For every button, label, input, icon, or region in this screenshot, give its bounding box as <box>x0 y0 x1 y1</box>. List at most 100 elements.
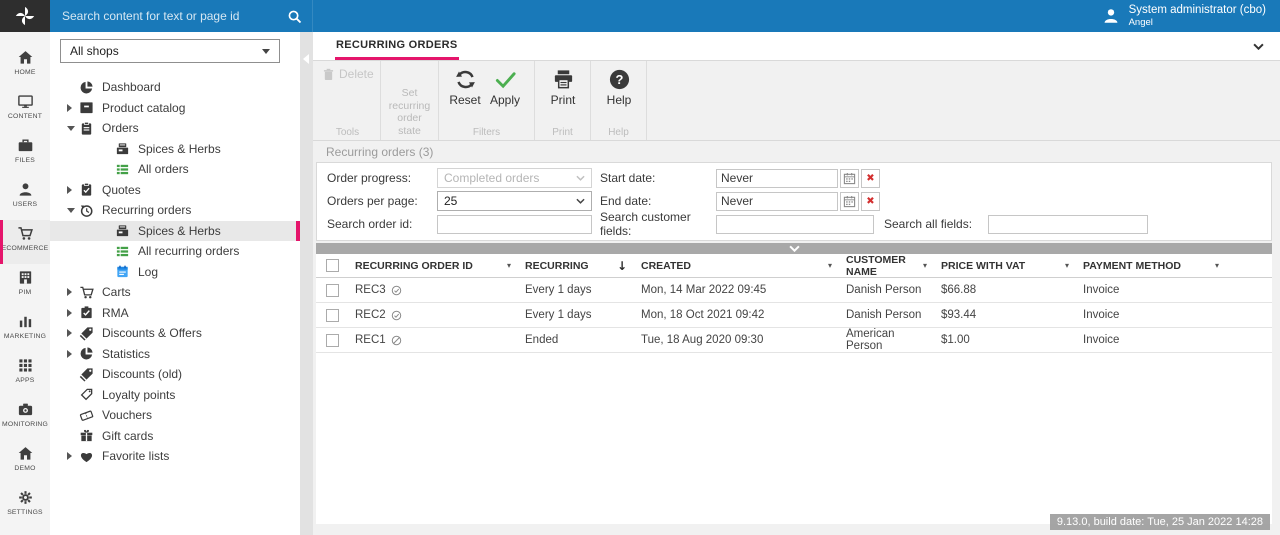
rail-item-apps[interactable]: APPS <box>0 352 50 396</box>
tree-item-dashboard[interactable]: Dashboard <box>50 77 300 98</box>
tree-item-all-orders[interactable]: All orders <box>50 159 300 180</box>
rail-item-ecommerce[interactable]: ECOMMERCE <box>0 220 50 264</box>
search-all-fields-input[interactable] <box>988 215 1148 234</box>
column-menu-icon[interactable]: ▾ <box>1215 261 1219 270</box>
tree-item-discounts-old-[interactable]: Discounts (old) <box>50 364 300 385</box>
tab-recurring-orders[interactable]: RECURRING ORDERS <box>335 32 459 60</box>
start-date-input[interactable] <box>716 169 838 188</box>
table-row-rec1[interactable]: REC1EndedTue, 18 Aug 2020 09:30American … <box>316 328 1272 353</box>
table-row-rec2[interactable]: REC2Every 1 daysMon, 18 Oct 2021 09:42Da… <box>316 303 1272 328</box>
tree-item-product-catalog[interactable]: Product catalog <box>50 98 300 119</box>
column-header-created[interactable]: CREATED▾ <box>634 260 839 272</box>
rail-item-demo[interactable]: DEMO <box>0 440 50 484</box>
expand-arrow-icon[interactable] <box>67 288 79 296</box>
start-date-clear-button[interactable]: ✖ <box>861 169 880 188</box>
order-progress-select[interactable]: Completed orders <box>437 168 592 188</box>
rail-item-monitoring[interactable]: MONITORING <box>0 396 50 440</box>
help-button[interactable]: ? Help <box>599 68 639 107</box>
tree-item-gift-cards[interactable]: Gift cards <box>50 426 300 447</box>
tab-label: RECURRING ORDERS <box>336 39 458 51</box>
expand-arrow-icon[interactable] <box>67 350 79 358</box>
expand-arrow-icon[interactable] <box>67 186 79 194</box>
global-search-input[interactable]: Search content for text or page id <box>50 0 313 32</box>
tree-item-recurring-orders[interactable]: Recurring orders <box>50 200 300 221</box>
cell-price-with-vat: $1.00 <box>934 334 1076 346</box>
column-menu-icon[interactable]: ▾ <box>923 261 927 270</box>
expand-arrow-icon[interactable] <box>67 309 79 317</box>
expand-arrow-icon[interactable] <box>67 452 79 460</box>
history-icon <box>79 203 95 218</box>
set-recurring-order-state-button[interactable]: Set recurring order state <box>385 87 434 137</box>
tree-item-all-recurring-orders[interactable]: All recurring orders <box>50 241 300 262</box>
start-date-calendar-button[interactable] <box>840 169 859 188</box>
rail-item-home[interactable]: HOME <box>0 44 50 88</box>
tree-item-favorite-lists[interactable]: Favorite lists <box>50 446 300 467</box>
rail-item-marketing[interactable]: MARKETING <box>0 308 50 352</box>
tree-item-rma[interactable]: RMA <box>50 303 300 324</box>
tags-icon <box>79 326 95 341</box>
row-checkbox[interactable] <box>326 284 339 297</box>
rail-item-label: MARKETING <box>4 333 46 340</box>
app-logo[interactable] <box>0 0 50 32</box>
cell-payment-method: Invoice <box>1076 334 1226 346</box>
search-icon[interactable] <box>287 9 302 24</box>
apply-button[interactable]: Apply <box>485 68 525 107</box>
search-customer-fields-input[interactable] <box>716 215 874 234</box>
tree-item-discounts-offers[interactable]: Discounts & Offers <box>50 323 300 344</box>
rail-item-content[interactable]: CONTENT <box>0 88 50 132</box>
recurring-orders-table: RECURRING ORDER ID▾RECURRING↓CREATED▾CUS… <box>316 254 1272 524</box>
tree-item-vouchers[interactable]: Vouchers <box>50 405 300 426</box>
row-checkbox[interactable] <box>326 334 339 347</box>
reset-button[interactable]: Reset <box>445 68 485 107</box>
column-header-recurring[interactable]: RECURRING↓ <box>518 259 634 273</box>
rail-item-settings[interactable]: SETTINGS <box>0 484 50 528</box>
sidebar-collapse-handle[interactable] <box>300 32 313 535</box>
recurring-active-icon <box>391 310 402 321</box>
rail-item-users[interactable]: USERS <box>0 176 50 220</box>
shop-selector[interactable]: All shops <box>60 39 280 63</box>
column-header-payment-method[interactable]: PAYMENT METHOD▾ <box>1076 260 1226 272</box>
select-all-checkbox[interactable] <box>326 259 339 272</box>
tree-item-orders[interactable]: Orders <box>50 118 300 139</box>
cell-payment-method: Invoice <box>1076 284 1226 296</box>
column-header-customer-name[interactable]: CUSTOMER NAME▾ <box>839 254 934 278</box>
rail-item-pim[interactable]: PIM <box>0 264 50 308</box>
column-header-price-with-vat[interactable]: PRICE WITH VAT▾ <box>934 260 1076 272</box>
tree-item-label: Favorite lists <box>102 449 169 463</box>
chevron-down-icon[interactable] <box>1253 43 1264 50</box>
collapse-arrow-icon[interactable] <box>67 126 79 131</box>
expand-arrow-icon[interactable] <box>67 104 79 112</box>
tree-item-quotes[interactable]: Quotes <box>50 180 300 201</box>
tree-item-log[interactable]: Log <box>50 262 300 283</box>
chevron-down-icon <box>789 245 800 252</box>
delete-button[interactable]: Delete <box>323 67 372 81</box>
end-date-clear-button[interactable]: ✖ <box>861 192 880 211</box>
collapse-arrow-icon[interactable] <box>67 208 79 213</box>
column-header-recurring-order-id[interactable]: RECURRING ORDER ID▾ <box>348 260 518 272</box>
cart-icon <box>17 225 34 242</box>
filters-collapse-bar[interactable] <box>316 243 1272 254</box>
table-row-rec3[interactable]: REC3Every 1 daysMon, 14 Mar 2022 09:45Da… <box>316 278 1272 303</box>
search-order-id-input[interactable] <box>437 215 592 234</box>
row-checkbox[interactable] <box>326 309 339 322</box>
orders-per-page-select[interactable]: 25 <box>437 191 592 211</box>
tree-item-label: Discounts (old) <box>102 367 182 381</box>
expand-arrow-icon[interactable] <box>67 329 79 337</box>
tree-item-loyalty-points[interactable]: Loyalty points <box>50 385 300 406</box>
rail-item-files[interactable]: FILES <box>0 132 50 176</box>
end-date-input[interactable] <box>716 192 838 211</box>
tree-item-statistics[interactable]: Statistics <box>50 344 300 365</box>
tree-item-spices-herbs[interactable]: Spices & Herbs <box>50 221 300 242</box>
column-menu-icon[interactable]: ▾ <box>828 261 832 270</box>
column-menu-icon[interactable]: ▾ <box>507 261 511 270</box>
tree-item-label: Quotes <box>102 183 141 197</box>
user-menu[interactable]: System administrator (cbo) Angel <box>1102 0 1280 32</box>
tree-item-carts[interactable]: Carts <box>50 282 300 303</box>
pie-chart-icon <box>79 346 95 361</box>
column-menu-icon[interactable]: ▾ <box>1065 261 1069 270</box>
orders-per-page-value: 25 <box>444 194 457 208</box>
print-button[interactable]: Print <box>543 68 583 107</box>
end-date-calendar-button[interactable] <box>840 192 859 211</box>
tree-item-spices-herbs[interactable]: Spices & Herbs <box>50 139 300 160</box>
sort-desc-icon[interactable]: ↓ <box>617 259 627 273</box>
